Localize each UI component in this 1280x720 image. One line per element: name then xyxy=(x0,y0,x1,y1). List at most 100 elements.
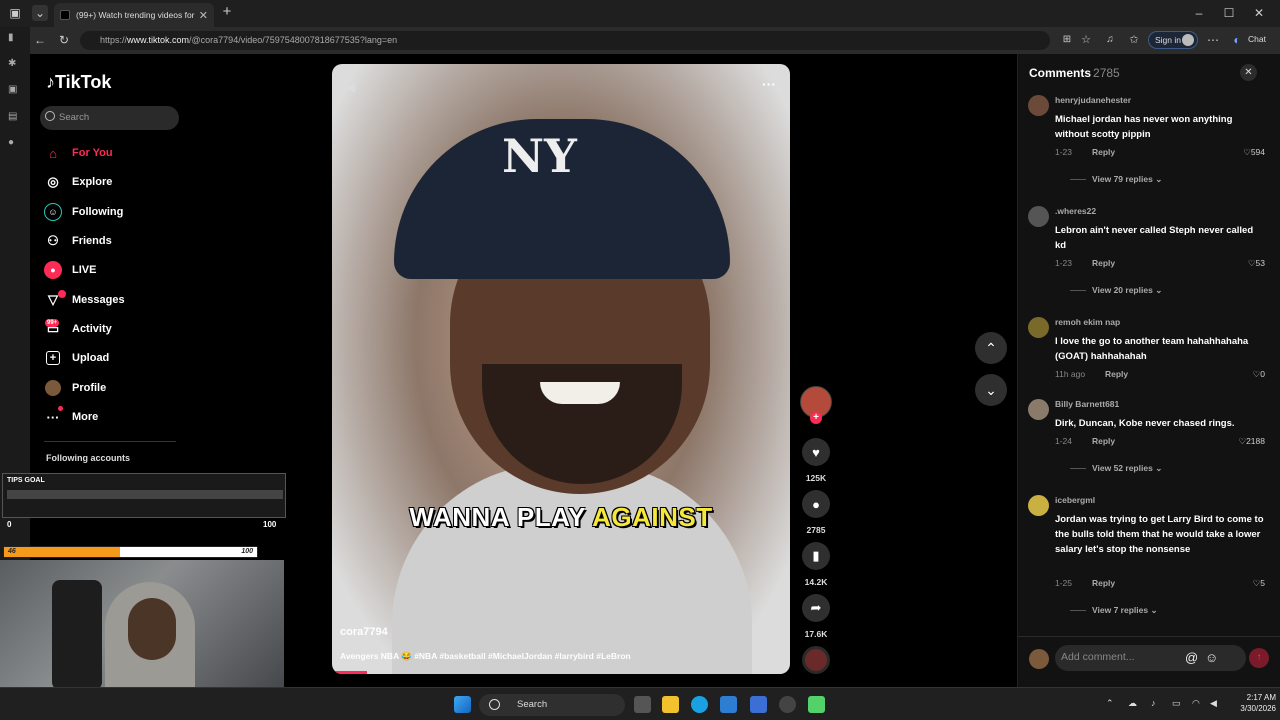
comment-like[interactable]: ♡2188 xyxy=(1238,436,1265,447)
microphone-icon[interactable]: ♪ xyxy=(1151,698,1156,708)
share-button[interactable]: ➦ xyxy=(802,594,830,622)
task-view-icon[interactable] xyxy=(634,696,651,713)
taskbar-search[interactable]: Search xyxy=(479,694,625,716)
mail-icon[interactable] xyxy=(750,696,767,713)
tray-chevron-up-icon[interactable]: ⌃ xyxy=(1106,698,1114,709)
comment-like-count: 53 xyxy=(1255,258,1265,268)
tab-list-chevron-icon[interactable]: ⌄ xyxy=(32,5,48,21)
rail-play-icon[interactable]: ● xyxy=(8,137,20,148)
comment-like[interactable]: ♡594 xyxy=(1243,147,1265,158)
comment-avatar[interactable] xyxy=(1028,495,1049,516)
app-available-icon[interactable]: ⊞ xyxy=(1060,32,1074,48)
sidebar-item-profile[interactable]: Profile xyxy=(44,378,106,398)
wifi-icon[interactable]: ◠ xyxy=(1192,698,1200,709)
speaker-icon[interactable]: ◀ xyxy=(1210,698,1217,709)
post-comment-arrow-up-icon[interactable]: ↑ xyxy=(1249,648,1269,668)
streaming-app-icon[interactable] xyxy=(808,696,825,713)
video-progress[interactable] xyxy=(332,671,367,674)
view-replies-button[interactable]: View 20 replies ⌄ xyxy=(1070,285,1162,296)
sidebar-item-live[interactable]: ● LIVE xyxy=(44,260,96,280)
next-video-chevron-down-icon[interactable]: ⌄ xyxy=(975,374,1007,406)
copilot-icon[interactable]: ◐ xyxy=(1230,32,1244,48)
my-avatar xyxy=(1029,649,1049,669)
comment-avatar[interactable] xyxy=(1028,317,1049,338)
view-replies-button[interactable]: View 79 replies ⌄ xyxy=(1070,174,1162,185)
taskbar-search-label: Search xyxy=(517,699,548,710)
tiktok-note-icon: ♪ xyxy=(46,72,55,92)
new-tab-icon[interactable]: + xyxy=(220,4,234,20)
comment-avatar[interactable] xyxy=(1028,95,1049,116)
emoji-icon[interactable]: ☺ xyxy=(1205,650,1218,665)
sidebar-item-following[interactable]: ☺ Following xyxy=(44,202,123,222)
tiktok-logo[interactable]: ♪TikTok xyxy=(46,72,111,93)
chat-label[interactable]: Chat xyxy=(1248,34,1266,44)
comment-like[interactable]: ♡5 xyxy=(1253,578,1265,589)
browser-profile-icon[interactable]: ▣ xyxy=(8,5,22,21)
comment-user[interactable]: Billy Barnett681 xyxy=(1055,399,1119,409)
microsoft-store-icon[interactable] xyxy=(720,696,737,713)
reply-button[interactable]: Reply xyxy=(1105,369,1128,379)
rail-file-icon[interactable]: ▮ xyxy=(8,32,20,43)
close-window-icon[interactable]: ✕ xyxy=(1252,5,1266,21)
compass-icon: ◎ xyxy=(47,174,59,189)
close-comments-icon[interactable]: ✕ xyxy=(1240,64,1257,81)
file-explorer-icon[interactable] xyxy=(662,696,679,713)
maximize-window-icon[interactable]: ☐ xyxy=(1222,5,1236,21)
comment-user[interactable]: .wheres22 xyxy=(1055,206,1096,216)
windows-start-icon[interactable] xyxy=(454,696,471,713)
sidebar-item-for-you[interactable]: ⌂ For You xyxy=(44,143,112,163)
taskbar-clock[interactable]: 2:17 AM 3/30/2026 xyxy=(1224,692,1276,714)
comment-like[interactable]: ♡53 xyxy=(1248,258,1265,269)
reply-button[interactable]: Reply xyxy=(1092,147,1115,157)
reload-icon[interactable]: ↻ xyxy=(57,32,71,48)
mention-at-icon[interactable]: @ xyxy=(1185,650,1198,665)
sidebar-item-upload[interactable]: + Upload xyxy=(44,348,109,368)
edge-browser-icon[interactable] xyxy=(691,696,708,713)
browser-tab[interactable]: (99+) Watch trending videos for yo ✕ xyxy=(54,3,214,27)
search-input[interactable]: Search xyxy=(40,106,179,130)
comment-button[interactable]: ● xyxy=(802,490,830,518)
obs-icon[interactable] xyxy=(779,696,796,713)
video-more-icon[interactable]: ··· xyxy=(762,76,776,92)
view-replies-button[interactable]: View 52 replies ⌄ xyxy=(1070,463,1162,474)
save-button[interactable]: ▮ xyxy=(802,542,830,570)
favorite-star-icon[interactable]: ☆ xyxy=(1079,32,1093,48)
music-disc-icon[interactable] xyxy=(802,646,830,674)
comment-user[interactable]: icebergml xyxy=(1055,495,1095,505)
rail-shop-icon[interactable]: ▣ xyxy=(8,84,20,95)
view-replies-button[interactable]: View 7 replies ⌄ xyxy=(1070,605,1158,616)
comments-panel: Comments 2785 ✕ henryjudanehester Michael… xyxy=(1017,54,1280,687)
minimize-window-icon[interactable]: – xyxy=(1192,5,1206,21)
comment-icon: ● xyxy=(812,496,820,512)
comment-user[interactable]: remoh ekim nap xyxy=(1055,317,1120,327)
volume-icon[interactable]: ◀ xyxy=(346,80,355,94)
comment-avatar[interactable] xyxy=(1028,399,1049,420)
keyboard-icon[interactable]: ▭ xyxy=(1172,698,1181,709)
reply-button[interactable]: Reply xyxy=(1092,436,1115,446)
comment-avatar[interactable] xyxy=(1028,206,1049,227)
sidebar-item-messages[interactable]: ▽ Messages xyxy=(44,290,125,310)
close-tab-icon[interactable]: ✕ xyxy=(199,9,208,22)
comment-user[interactable]: henryjudanehester xyxy=(1055,95,1131,105)
browser-menu-icon[interactable]: ⋯ xyxy=(1206,32,1220,48)
rail-tools-icon[interactable]: ✱ xyxy=(8,58,20,69)
back-icon[interactable]: ← xyxy=(33,32,47,48)
comment-like[interactable]: ♡0 xyxy=(1253,369,1265,380)
video-player[interactable]: NY ◀ ··· WANNA PLAY AGAINST cora7794 Ave… xyxy=(332,64,790,674)
reply-button[interactable]: Reply xyxy=(1092,578,1115,588)
reply-button[interactable]: Reply xyxy=(1092,258,1115,268)
url-field[interactable]: https://www.tiktok.com/@cora7794/video/7… xyxy=(80,31,1050,50)
sign-in-button[interactable]: Sign in xyxy=(1148,31,1198,49)
comments-title: Comments 2785 xyxy=(1029,66,1120,80)
rail-apps-icon[interactable]: ▤ xyxy=(8,111,20,122)
favorites-icon[interactable]: ✩ xyxy=(1127,32,1141,48)
previous-video-chevron-up-icon[interactable]: ⌃ xyxy=(975,332,1007,364)
tray-cloud-icon[interactable]: ☁ xyxy=(1128,698,1137,709)
sidebar-item-more[interactable]: ··· More xyxy=(44,407,99,427)
sidebar-item-friends[interactable]: ⚇ Friends xyxy=(44,231,112,251)
video-author[interactable]: cora7794 xyxy=(340,626,388,638)
like-button[interactable]: ♥ xyxy=(802,438,830,466)
extensions-icon[interactable]: ♫ xyxy=(1103,32,1117,48)
follow-plus-icon[interactable]: + xyxy=(810,412,822,424)
sidebar-item-explore[interactable]: ◎ Explore xyxy=(44,172,112,192)
